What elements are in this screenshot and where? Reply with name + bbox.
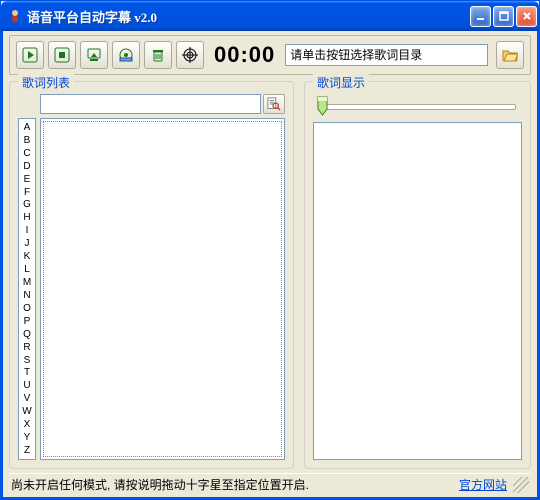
minimize-button[interactable]: [470, 6, 491, 27]
alpha-D[interactable]: D: [19, 161, 35, 172]
alphabet-index[interactable]: ABCDEFGHIJKLMNOPQRSTUVWXYZ: [18, 118, 36, 460]
browse-button[interactable]: [496, 41, 524, 69]
lyrics-display-title: 歌词显示: [313, 74, 369, 91]
disk-button[interactable]: [112, 41, 140, 69]
client-area: 00:00 请单击按钮选择歌词目录 歌词列表 ABCDEFGHIJKLMNOPQ…: [1, 31, 539, 499]
alpha-Q[interactable]: Q: [19, 329, 35, 340]
alpha-V[interactable]: V: [19, 393, 35, 404]
app-window: 语音平台自动字幕 v2.0: [0, 0, 540, 500]
lyrics-listbox[interactable]: [40, 118, 285, 460]
search-row: [18, 94, 285, 114]
alpha-G[interactable]: G: [19, 199, 35, 210]
status-message: 尚未开启任何模式, 请按说明拖动十字星至指定位置开启.: [11, 476, 453, 493]
path-display[interactable]: 请单击按钮选择歌词目录: [285, 44, 488, 66]
alpha-H[interactable]: H: [19, 212, 35, 223]
lyrics-list-title: 歌词列表: [18, 74, 74, 91]
titlebar[interactable]: 语音平台自动字幕 v2.0: [1, 1, 539, 31]
alpha-I[interactable]: I: [19, 225, 35, 236]
window-title: 语音平台自动字幕 v2.0: [27, 7, 470, 26]
alpha-F[interactable]: F: [19, 187, 35, 198]
position-slider[interactable]: [313, 94, 522, 118]
alpha-A[interactable]: A: [19, 122, 35, 133]
lyrics-display-box[interactable]: [313, 122, 522, 460]
alpha-C[interactable]: C: [19, 148, 35, 159]
alpha-W[interactable]: W: [19, 406, 35, 417]
app-icon: [7, 8, 23, 24]
slider-thumb-icon[interactable]: [317, 96, 328, 116]
alpha-O[interactable]: O: [19, 303, 35, 314]
window-controls: [470, 6, 537, 27]
search-input[interactable]: [40, 94, 261, 114]
alpha-E[interactable]: E: [19, 174, 35, 185]
alpha-X[interactable]: X: [19, 419, 35, 430]
alpha-N[interactable]: N: [19, 290, 35, 301]
list-area: ABCDEFGHIJKLMNOPQRSTUVWXYZ: [18, 118, 285, 460]
alpha-J[interactable]: J: [19, 238, 35, 249]
timer-display: 00:00: [214, 42, 275, 68]
alpha-P[interactable]: P: [19, 316, 35, 327]
alpha-R[interactable]: R: [19, 342, 35, 353]
delete-button[interactable]: [144, 41, 172, 69]
alpha-M[interactable]: M: [19, 277, 35, 288]
toolbar: 00:00 请单击按钮选择歌词目录: [9, 35, 531, 75]
maximize-button[interactable]: [493, 6, 514, 27]
lyrics-list-panel: 歌词列表 ABCDEFGHIJKLMNOPQRSTUVWXYZ: [9, 81, 294, 469]
official-site-link[interactable]: 官方网站: [453, 476, 513, 493]
alpha-S[interactable]: S: [19, 355, 35, 366]
search-button[interactable]: [263, 94, 285, 114]
stop-button[interactable]: [48, 41, 76, 69]
alpha-Y[interactable]: Y: [19, 432, 35, 443]
alpha-T[interactable]: T: [19, 367, 35, 378]
statusbar: 尚未开启任何模式, 请按说明拖动十字星至指定位置开启. 官方网站: [9, 473, 531, 495]
alpha-Z[interactable]: Z: [19, 445, 35, 456]
main-area: 歌词列表 ABCDEFGHIJKLMNOPQRSTUVWXYZ 歌词显示: [9, 81, 531, 469]
alpha-L[interactable]: L: [19, 264, 35, 275]
play-button[interactable]: [16, 41, 44, 69]
export-button[interactable]: [80, 41, 108, 69]
crosshair-button[interactable]: [176, 41, 204, 69]
lyrics-display-panel: 歌词显示: [304, 81, 531, 469]
resize-grip-icon[interactable]: [513, 477, 529, 493]
alpha-B[interactable]: B: [19, 135, 35, 146]
alpha-K[interactable]: K: [19, 251, 35, 262]
alpha-U[interactable]: U: [19, 380, 35, 391]
close-button[interactable]: [516, 6, 537, 27]
